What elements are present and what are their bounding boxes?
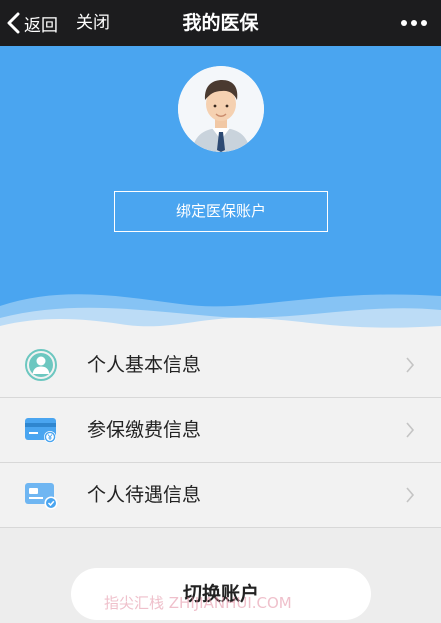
close-button[interactable]: 关闭 [76,0,110,46]
switch-account-button[interactable]: 切换账户 [71,568,371,620]
back-label: 返回 [24,15,58,36]
menu-item-basic-info[interactable]: 个人基本信息 [0,333,441,398]
chevron-left-icon [7,12,20,34]
more-options-button[interactable] [401,0,427,46]
user-avatar-icon [178,66,264,152]
bind-account-button[interactable]: 绑定医保账户 [114,191,328,232]
more-dots-icon [401,20,407,26]
menu-item-label: 个人基本信息 [87,354,202,376]
chevron-right-icon [405,422,415,438]
page-title: 我的医保 [182,12,259,34]
chevron-right-icon [405,357,415,373]
back-button[interactable]: 返回 [6,0,58,46]
avatar [178,66,264,152]
top-navbar: 返回 关闭 我的医保 [0,0,441,46]
person-icon [23,348,59,382]
payment-card-icon [23,413,59,447]
menu-item-payment-info[interactable]: 参保缴费信息 [0,398,441,463]
menu-item-label: 参保缴费信息 [87,419,202,441]
chevron-right-icon [405,487,415,503]
profile-header: 绑定医保账户 [0,46,441,346]
menu-item-label: 个人待遇信息 [87,484,202,506]
menu-item-benefit-info[interactable]: 个人待遇信息 [0,463,441,528]
menu-list: 个人基本信息 参保缴费信息 个人待遇信息 [0,333,441,528]
benefit-card-icon [23,478,59,512]
